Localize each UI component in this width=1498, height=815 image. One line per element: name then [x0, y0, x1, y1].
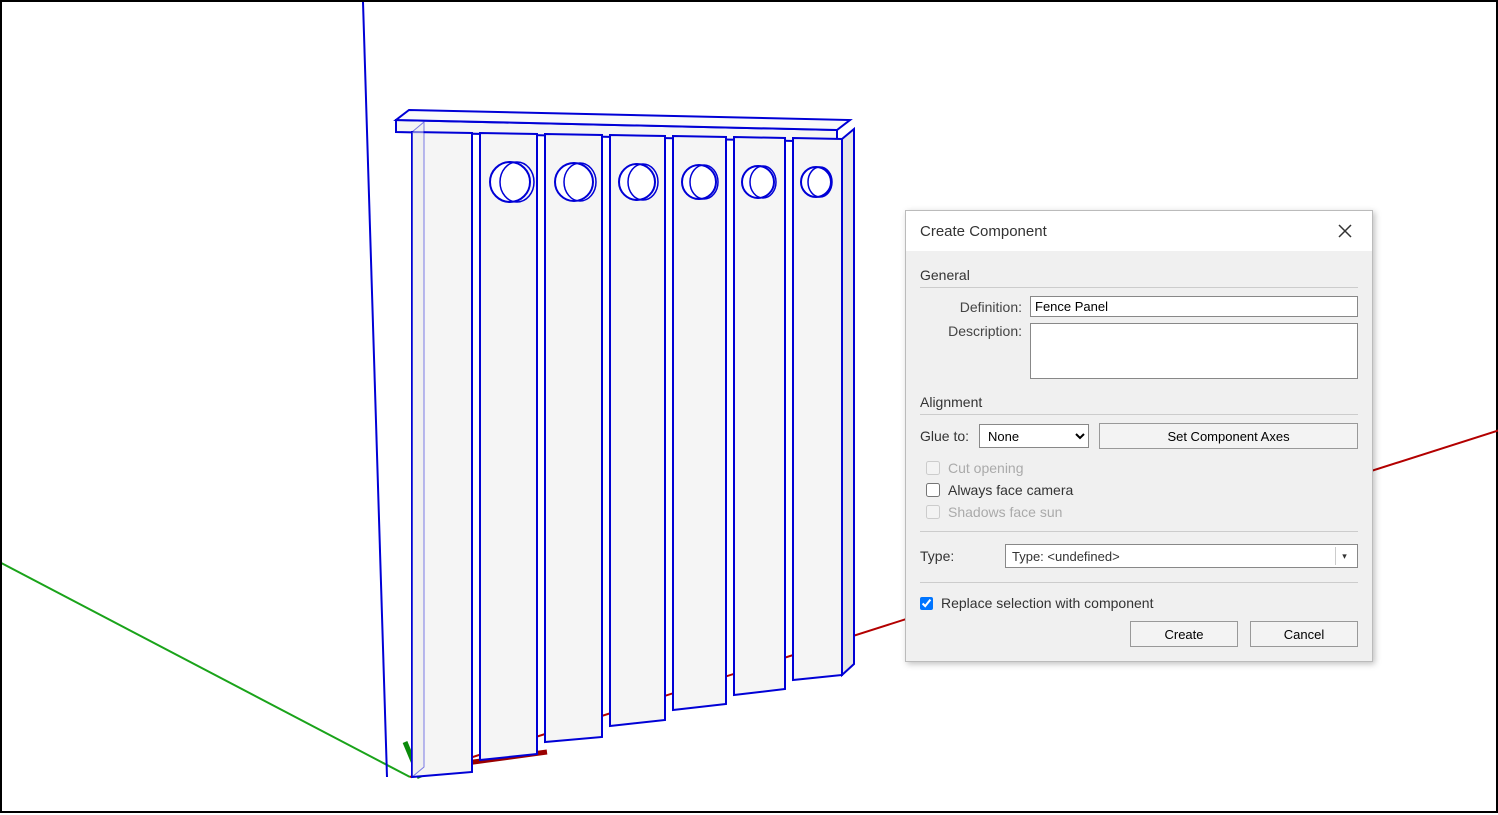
shadows-checkbox: [926, 505, 940, 519]
type-select[interactable]: Type: <undefined> ▾: [1005, 544, 1358, 568]
cut-opening-label: Cut opening: [948, 460, 1024, 476]
shadows-label: Shadows face sun: [948, 504, 1062, 520]
cut-opening-row: Cut opening: [920, 457, 1358, 479]
type-label: Type:: [920, 548, 995, 564]
replace-selection-checkbox[interactable]: [920, 597, 933, 610]
general-heading: General: [920, 261, 1358, 288]
cut-opening-checkbox: [926, 461, 940, 475]
definition-label: Definition:: [920, 299, 1030, 315]
always-face-checkbox[interactable]: [926, 483, 940, 497]
always-face-label: Always face camera: [948, 482, 1073, 498]
description-input[interactable]: [1030, 323, 1358, 379]
definition-input[interactable]: [1030, 296, 1358, 317]
chevron-down-icon: ▾: [1335, 547, 1353, 565]
description-label: Description:: [920, 323, 1030, 339]
glue-to-select[interactable]: None: [979, 424, 1089, 448]
create-component-dialog: Create Component General Definition: Des…: [905, 210, 1373, 662]
close-button[interactable]: [1330, 219, 1360, 243]
create-button[interactable]: Create: [1130, 621, 1238, 647]
y-axis: [2, 532, 410, 777]
z-axis: [363, 2, 387, 777]
dialog-titlebar[interactable]: Create Component: [906, 211, 1372, 251]
cancel-button[interactable]: Cancel: [1250, 621, 1358, 647]
close-icon: [1338, 224, 1352, 238]
glue-to-label: Glue to:: [920, 428, 969, 444]
alignment-heading: Alignment: [920, 388, 1358, 415]
type-value: Type: <undefined>: [1012, 549, 1120, 564]
dialog-title-text: Create Component: [920, 223, 1047, 240]
replace-selection-label: Replace selection with component: [941, 595, 1153, 611]
always-face-row[interactable]: Always face camera: [920, 479, 1358, 501]
shadows-row: Shadows face sun: [920, 501, 1358, 523]
fence-model: [396, 110, 854, 777]
set-component-axes-button[interactable]: Set Component Axes: [1099, 423, 1358, 449]
